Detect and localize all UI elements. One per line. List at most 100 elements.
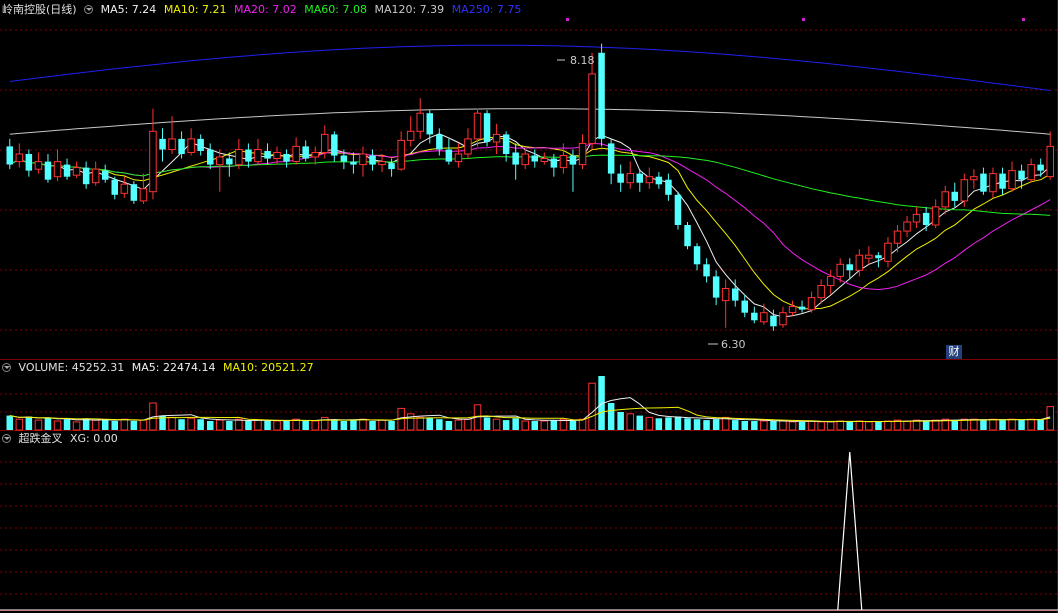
candle-body: [245, 149, 252, 162]
candle-body: [311, 152, 319, 158]
candle-body: [703, 264, 710, 277]
candle-body: [788, 306, 797, 314]
candle-body: [159, 138, 166, 150]
volume-bar: [168, 416, 176, 431]
volume-bar: [350, 420, 357, 430]
ma10-label: MA10: 7.21: [163, 3, 227, 16]
volume-bar: [980, 420, 987, 430]
candle-body: [836, 263, 844, 277]
candle-body: [416, 112, 424, 132]
volume-bar: [807, 420, 816, 431]
candle-body: [655, 176, 663, 185]
volume-bar: [531, 421, 538, 430]
volume-bar: [1027, 418, 1035, 431]
volume-bar: [665, 417, 672, 430]
candle-body: [826, 275, 835, 286]
collapse-arrow-icon[interactable]: [2, 434, 11, 443]
candle-body: [770, 315, 777, 327]
volume-bar: [378, 419, 386, 431]
candle-body: [264, 151, 271, 159]
candle-body: [626, 173, 634, 184]
candle-body: [951, 191, 958, 201]
candle-body: [178, 138, 185, 154]
indicator-value: XG: 0.00: [70, 432, 118, 445]
volume-bar: [72, 421, 81, 431]
volume-bar: [445, 421, 453, 430]
candle-body: [807, 297, 816, 311]
candle-body: [6, 146, 13, 165]
volume-bar: [826, 421, 835, 431]
event-dot-icon: [802, 18, 805, 21]
candle-body: [207, 149, 214, 165]
candle-body: [540, 158, 549, 162]
collapse-arrow-icon[interactable]: [2, 363, 11, 372]
volume-bar: [235, 418, 243, 431]
volume-bar: [436, 419, 443, 430]
volume-bar: [951, 420, 958, 430]
volume-label: VOLUME: 45252.31: [18, 361, 125, 374]
volume-bar: [34, 419, 43, 431]
volume-bar: [216, 419, 224, 431]
volume-bar: [311, 420, 319, 431]
candle-body: [44, 161, 52, 180]
candle-body: [331, 134, 338, 156]
volume-bar: [741, 421, 748, 430]
grid-lines: [0, 0, 1058, 613]
candle-body: [82, 167, 90, 185]
candle-body: [741, 300, 748, 313]
volume-bar: [302, 421, 309, 430]
candle-body: [350, 161, 357, 165]
candle-body: [636, 173, 643, 183]
candle-body: [893, 230, 902, 244]
volume-bar: [989, 418, 997, 431]
volume-bar: [674, 416, 682, 430]
volume-bar: [884, 420, 892, 431]
candle-body: [569, 155, 577, 165]
candle-body: [875, 255, 882, 259]
volume-bar: [521, 420, 529, 431]
volume-bar: [340, 421, 348, 430]
ma120-label: MA120: 7.39: [374, 3, 445, 16]
candle-body: [91, 168, 100, 184]
candle-body: [436, 134, 443, 150]
volume-bar: [836, 420, 844, 431]
volume-bar: [454, 419, 463, 431]
volume-bar: [91, 419, 100, 431]
low-price-label: 6.30: [721, 338, 746, 351]
volume-bar: [1008, 418, 1016, 431]
candle-body: [235, 149, 243, 166]
candle-body: [359, 153, 367, 166]
candle-body: [292, 145, 300, 162]
volume-bar: [693, 419, 701, 430]
main-chart-header: 岭南控股(日线) MA5: 7.24 MA10: 7.21 MA20: 7.02…: [2, 3, 525, 17]
candle-body: [931, 206, 940, 226]
candle-body: [884, 242, 892, 262]
ma5-line: [9, 133, 1051, 318]
candle-body: [922, 212, 930, 225]
volume-ma-lines: [9, 397, 1051, 423]
event-dot-icon: [1022, 18, 1025, 21]
volume-bar: [788, 421, 797, 431]
volume-bar: [273, 420, 281, 431]
candle-body: [912, 213, 921, 223]
ma120-line: [9, 108, 1051, 135]
volume-bar: [264, 421, 271, 430]
volume-bar: [779, 420, 787, 431]
collapse-arrow-icon[interactable]: [84, 5, 94, 14]
volume-bar: [63, 419, 71, 430]
finance-badge[interactable]: 财: [946, 345, 962, 359]
candle-body: [550, 158, 558, 168]
candle-body: [578, 142, 587, 166]
candle-body: [111, 179, 118, 195]
candle-body: [102, 170, 109, 180]
volume-bar: [1018, 420, 1025, 430]
volume-bar: [102, 419, 109, 430]
volume-bar: [684, 418, 691, 430]
ma250-line: [9, 44, 1051, 91]
volume-bar: [388, 421, 395, 430]
candle-body: [302, 146, 309, 159]
xg-signal: [0, 451, 1058, 611]
candle-body: [168, 138, 176, 150]
candle-body: [980, 173, 987, 192]
volume-bar: [655, 418, 663, 430]
